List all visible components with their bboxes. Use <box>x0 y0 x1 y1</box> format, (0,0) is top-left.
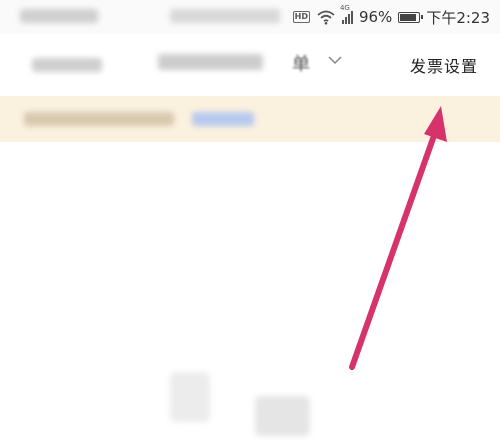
nav-header: 单 发票设置 <box>0 34 500 92</box>
empty-state-illustration-blurred <box>255 396 310 436</box>
page-title-partial: 单 <box>292 54 310 75</box>
network-type: 4G <box>339 4 350 12</box>
status-bar: HD 4G 96% 下午2:23 <box>0 0 500 34</box>
back-button-blurred[interactable] <box>32 58 102 72</box>
wifi-icon <box>317 10 335 25</box>
chevron-down-icon[interactable] <box>327 52 343 68</box>
signal-icon: 4G <box>340 4 353 24</box>
empty-state-illustration-blurred <box>170 372 210 422</box>
page-title-blurred[interactable] <box>158 52 298 72</box>
invoice-settings-link[interactable]: 发票设置 <box>410 53 478 77</box>
hd-badge: HD <box>292 11 310 23</box>
battery-percent: 96% <box>358 8 393 26</box>
clock-time: 下午2:23 <box>426 8 490 27</box>
status-notification-blurred <box>170 9 280 23</box>
annotation-arrow-shaft <box>349 127 439 370</box>
battery-level <box>400 13 416 21</box>
battery-icon <box>398 11 424 23</box>
status-indicators: HD 4G 96% 下午2:23 <box>292 4 490 28</box>
carrier-text-blurred <box>20 9 98 23</box>
notice-link-blurred[interactable] <box>192 112 254 126</box>
notice-text-blurred <box>24 112 174 126</box>
notice-bar <box>0 96 500 142</box>
